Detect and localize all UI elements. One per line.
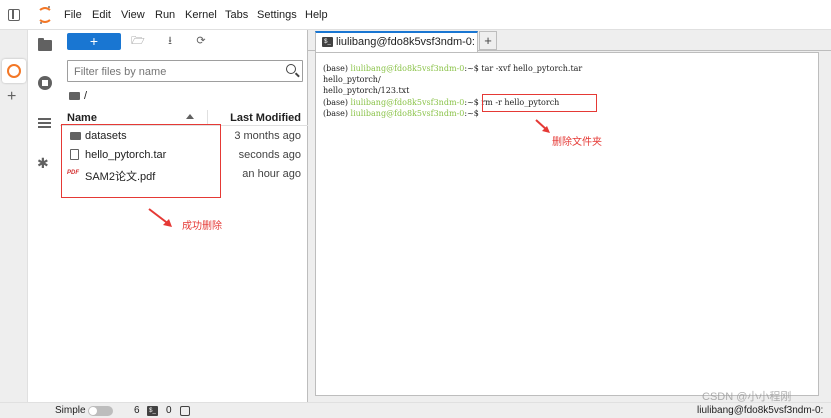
annotation-arrow-icon <box>148 208 172 227</box>
terminal-line: hello_pytorch/ <box>323 75 381 84</box>
annotation-delete-folder: 删除文件夹 <box>552 137 602 148</box>
sidebar-toggle-icon[interactable] <box>8 9 20 21</box>
extension-manager-icon[interactable]: ✱ <box>37 156 51 170</box>
terminal-line: (base) liulibang@fdo8k5vsf3ndm-0:~$ <box>323 109 479 118</box>
new-tab-plus-icon[interactable]: + <box>7 89 16 105</box>
file-modified: an hour ago <box>242 168 301 180</box>
main-area: $_ liulibang@fdo8k5vsf3ndm-0: + (base) l… <box>308 30 831 402</box>
menu-bar: File Edit View Run Kernel Tabs Settings … <box>0 0 831 30</box>
new-folder-icon[interactable]: 🗁 <box>130 34 146 48</box>
launcher-tab-icon[interactable] <box>2 59 26 83</box>
table-of-contents-icon[interactable] <box>38 118 51 128</box>
refresh-icon[interactable]: ⟳ <box>193 34 209 48</box>
terminal-line: (base) liulibang@fdo8k5vsf3ndm-0:~$ tar … <box>323 64 582 73</box>
annotation-success-delete: 成功删除 <box>182 221 222 232</box>
simple-mode-toggle[interactable] <box>88 406 113 416</box>
tab-terminal[interactable]: $_ liulibang@fdo8k5vsf3ndm-0: <box>315 31 478 52</box>
status-terminal-name: liulibang@fdo8k5vsf3ndm-0: <box>697 405 824 416</box>
menu-tabs[interactable]: Tabs <box>225 9 248 21</box>
terminal-prefix: (base) <box>323 64 351 73</box>
breadcrumb-root[interactable]: / <box>84 90 87 102</box>
new-launcher-button[interactable]: + <box>67 33 121 50</box>
annotation-box-command <box>482 94 597 112</box>
kernel-status-icon[interactable] <box>180 406 190 416</box>
filter-input[interactable] <box>74 64 274 79</box>
terminal-icon: $_ <box>322 37 333 47</box>
menu-file[interactable]: File <box>64 9 82 21</box>
file-modified: 3 months ago <box>234 130 301 142</box>
terminal-user: liulibang@fdo8k5vsf3ndm-0 <box>350 64 465 73</box>
simple-mode-label: Simple <box>55 405 86 416</box>
file-browser: + 🗁 ⭳ ⟳ / Name Last Modified datasets 3 … <box>60 30 308 402</box>
menu-edit[interactable]: Edit <box>92 9 111 21</box>
terminal-prefix: (base) <box>323 98 351 107</box>
menu-settings[interactable]: Settings <box>257 9 297 21</box>
add-tab-button[interactable]: + <box>479 31 497 50</box>
kernel-count[interactable]: 6 <box>134 405 140 416</box>
upload-icon[interactable]: ⭳ <box>162 34 178 48</box>
terminal-prompt: :~$ <box>464 109 479 118</box>
terminal-output: hello_pytorch/ <box>323 75 381 84</box>
folder-icon[interactable] <box>38 38 52 51</box>
menu-view[interactable]: View <box>121 9 145 21</box>
activity-bar: + <box>0 30 28 402</box>
running-terminals-icon[interactable] <box>38 76 52 90</box>
search-icon[interactable] <box>286 64 296 74</box>
sort-ascending-icon[interactable] <box>186 114 194 119</box>
file-modified: seconds ago <box>238 149 301 161</box>
terminal-icon[interactable]: $_ <box>147 406 158 416</box>
menu-help[interactable]: Help <box>305 9 328 21</box>
tab-bar: $_ liulibang@fdo8k5vsf3ndm-0: + <box>308 30 831 52</box>
terminal-line: hello_pytorch/123.txt <box>323 86 409 95</box>
terminal-user: liulibang@fdo8k5vsf3ndm-0 <box>350 109 465 118</box>
menu-run[interactable]: Run <box>155 9 175 21</box>
filter-box <box>67 60 303 82</box>
menu-kernel[interactable]: Kernel <box>185 9 217 21</box>
column-modified-header[interactable]: Last Modified <box>230 112 301 124</box>
terminal-user: liulibang@fdo8k5vsf3ndm-0 <box>350 98 465 107</box>
column-name-header[interactable]: Name <box>67 112 97 124</box>
annotation-arrow-icon <box>535 119 550 133</box>
tab-terminal-label: liulibang@fdo8k5vsf3ndm-0: <box>336 36 475 48</box>
jupyter-logo-icon <box>39 6 51 24</box>
annotation-box-files <box>61 124 221 198</box>
terminal-command: :~$ tar -xvf hello_pytorch.tar <box>464 64 583 73</box>
terminal-output: hello_pytorch/123.txt <box>323 86 410 95</box>
terminal-count[interactable]: 0 <box>166 405 172 416</box>
status-bar: Simple 6 $_ 0 liulibang@fdo8k5vsf3ndm-0: <box>0 402 831 418</box>
watermark: CSDN @小小程刚 <box>702 391 792 403</box>
terminal-prefix: (base) <box>323 109 351 118</box>
breadcrumb-folder-icon[interactable] <box>69 92 80 100</box>
